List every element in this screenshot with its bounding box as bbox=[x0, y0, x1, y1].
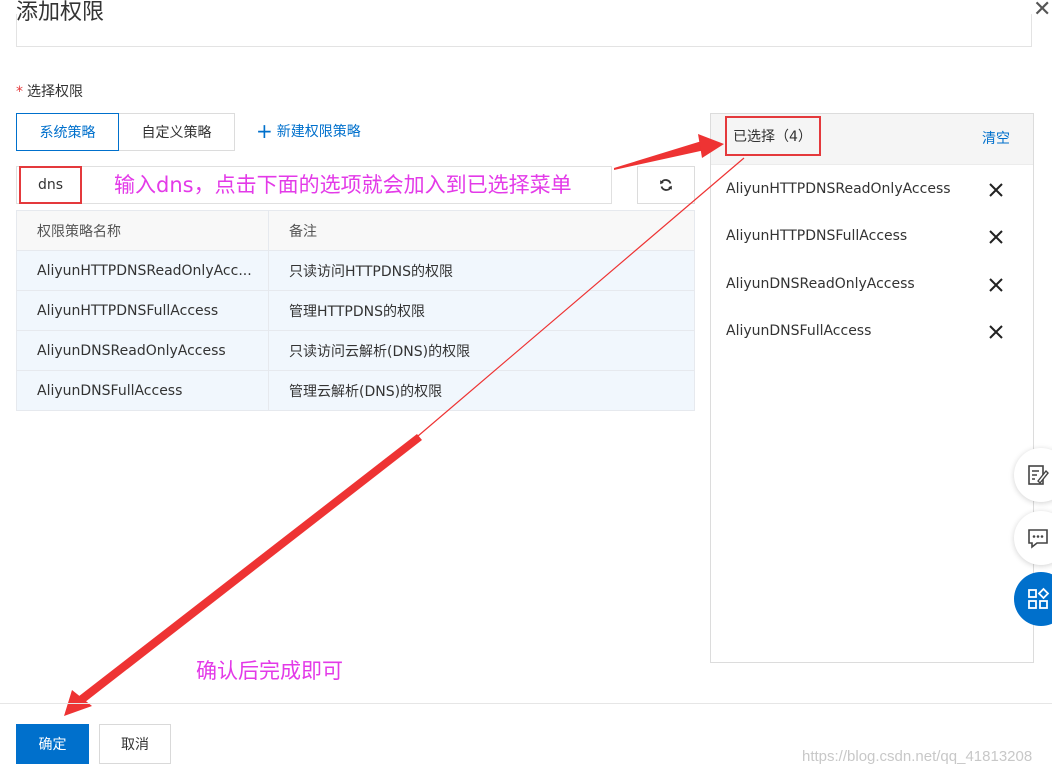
table-row[interactable]: AliyunHTTPDNSReadOnlyAcc... 只读访问HTTPDNS的… bbox=[16, 250, 695, 291]
edit-document-icon bbox=[1028, 465, 1049, 485]
new-policy-link[interactable]: + 新建权限策略 bbox=[256, 121, 361, 141]
column-header-name: 权限策略名称 bbox=[16, 210, 269, 251]
selected-item: AliyunHTTPDNSReadOnlyAccess bbox=[726, 181, 951, 197]
policy-note-cell: 只读访问云解析(DNS)的权限 bbox=[268, 330, 695, 371]
footer-divider bbox=[0, 703, 1052, 704]
required-mark: * bbox=[16, 84, 23, 100]
remove-icon[interactable] bbox=[986, 227, 1006, 247]
tab-system-policy[interactable]: 系统策略 bbox=[16, 113, 119, 151]
plus-icon: + bbox=[256, 119, 273, 143]
policy-name-cell[interactable]: AliyunHTTPDNSFullAccess bbox=[16, 290, 269, 331]
remove-icon[interactable] bbox=[986, 275, 1006, 295]
close-icon[interactable]: ✕ bbox=[1033, 0, 1052, 21]
tab-custom-policy[interactable]: 自定义策略 bbox=[118, 113, 235, 151]
previous-section-box bbox=[16, 14, 1032, 47]
watermark: https://blog.csdn.net/qq_41813208 bbox=[802, 748, 1033, 765]
table-row[interactable]: AliyunDNSFullAccess 管理云解析(DNS)的权限 bbox=[16, 370, 695, 411]
selected-item: AliyunDNSReadOnlyAccess bbox=[726, 276, 915, 292]
refresh-icon bbox=[660, 179, 672, 191]
selected-item: AliyunDNSFullAccess bbox=[726, 323, 872, 339]
policy-name-cell[interactable]: AliyunDNSFullAccess bbox=[16, 370, 269, 411]
refresh-button[interactable] bbox=[637, 166, 695, 204]
annotation-instruction-2: 确认后完成即可 bbox=[196, 659, 343, 683]
policy-name-cell[interactable]: AliyunDNSReadOnlyAccess bbox=[16, 330, 269, 371]
clear-button[interactable]: 清空 bbox=[982, 128, 1010, 148]
annotation-instruction-1: 输入dns，点击下面的选项就会加入到已选择菜单 bbox=[114, 173, 572, 197]
column-header-note: 备注 bbox=[268, 210, 695, 251]
chat-icon bbox=[1028, 529, 1048, 549]
policy-note-cell: 管理HTTPDNS的权限 bbox=[268, 290, 695, 331]
apps-icon bbox=[1028, 587, 1050, 609]
table-header-row: 权限策略名称 备注 bbox=[16, 210, 695, 251]
section-label: * 选择权限 bbox=[16, 81, 83, 101]
search-input-value[interactable]: dns bbox=[19, 166, 82, 204]
arrow-to-selected bbox=[614, 134, 724, 170]
table-row[interactable]: AliyunHTTPDNSFullAccess 管理HTTPDNS的权限 bbox=[16, 290, 695, 331]
policy-note-cell: 只读访问HTTPDNS的权限 bbox=[268, 250, 695, 291]
section-label-text: 选择权限 bbox=[27, 84, 83, 100]
policy-note-cell: 管理云解析(DNS)的权限 bbox=[268, 370, 695, 411]
cancel-button[interactable]: 取消 bbox=[99, 724, 171, 764]
selected-count-title: 已选择（4） bbox=[725, 116, 821, 156]
remove-icon[interactable] bbox=[986, 322, 1006, 342]
new-policy-label: 新建权限策略 bbox=[276, 124, 361, 140]
selected-item: AliyunHTTPDNSFullAccess bbox=[726, 228, 908, 244]
table-row[interactable]: AliyunDNSReadOnlyAccess 只读访问云解析(DNS)的权限 bbox=[16, 330, 695, 371]
policy-table: 权限策略名称 备注 AliyunHTTPDNSReadOnlyAcc... 只读… bbox=[16, 210, 695, 411]
confirm-button[interactable]: 确定 bbox=[16, 724, 89, 764]
remove-icon[interactable] bbox=[986, 180, 1006, 200]
policy-name-cell[interactable]: AliyunHTTPDNSReadOnlyAcc... bbox=[16, 250, 269, 291]
